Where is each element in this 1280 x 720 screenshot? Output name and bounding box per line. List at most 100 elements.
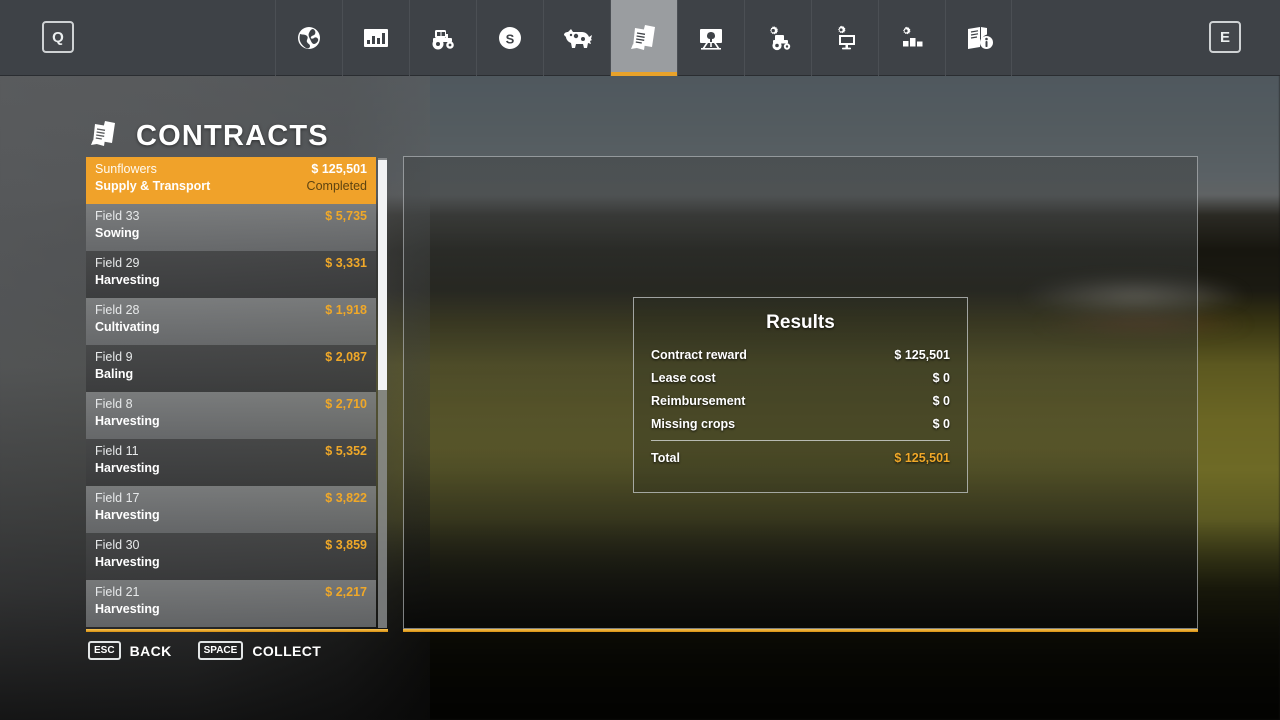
- results-divider: [651, 440, 950, 441]
- hint-action-label: COLLECT: [252, 643, 321, 659]
- contract-name: Field 21: [95, 585, 139, 599]
- contract-name: Sunflowers: [95, 162, 157, 176]
- contracts-list-scrollbar[interactable]: [378, 158, 387, 628]
- contracts-papers-icon: [628, 22, 660, 54]
- hint-key-badge: SPACE: [198, 641, 244, 660]
- contract-task-type: Harvesting: [95, 461, 160, 475]
- contract-reward-amount: $ 1,918: [325, 303, 367, 317]
- contract-list-item[interactable]: Sunflowers $ 125,501 Supply & Transport Com…: [86, 157, 376, 204]
- contract-reward-amount: $ 2,087: [325, 350, 367, 364]
- nav-tab-statistics[interactable]: [342, 0, 409, 76]
- gear-blocks-icon: [897, 23, 927, 53]
- contract-task-type: Sowing: [95, 226, 139, 240]
- next-tab-key-e[interactable]: E: [1209, 21, 1241, 53]
- results-row-value: $ 0: [933, 417, 950, 431]
- results-box: Results Contract reward $ 125,501 Lease co…: [633, 297, 968, 493]
- contract-task-type: Cultivating: [95, 320, 160, 334]
- contract-task-type: Harvesting: [95, 414, 160, 428]
- contract-status: Completed: [307, 179, 367, 193]
- contract-reward-amount: $ 3,859: [325, 538, 367, 552]
- contract-name: Field 30: [95, 538, 139, 552]
- contract-list-item[interactable]: Field 28 $ 1,918 Cultivating: [86, 298, 376, 345]
- results-row-value: $ 125,501: [894, 348, 950, 362]
- results-title: Results: [651, 312, 950, 334]
- results-row-value: $ 0: [933, 371, 950, 385]
- contract-name: Field 28: [95, 303, 139, 317]
- nav-tab-general-settings[interactable]: [878, 0, 945, 76]
- results-rows: Contract reward$ 125,501Lease cost$ 0Rei…: [651, 348, 950, 431]
- contract-reward-amount: $ 3,822: [325, 491, 367, 505]
- bar-chart-icon: [361, 23, 391, 53]
- contract-list-item[interactable]: Field 29$ 3,331Harvesting: [86, 251, 376, 298]
- svg-text:S: S: [506, 32, 515, 47]
- globe-icon: [294, 23, 324, 53]
- list-bottom-accent-rule: [86, 629, 388, 632]
- contract-reward-amount: $ 125,501: [311, 162, 367, 176]
- nav-tab-animals[interactable]: [543, 0, 610, 76]
- results-total-value: $ 125,501: [894, 451, 950, 465]
- nav-tab-price-overview[interactable]: [677, 0, 744, 76]
- gear-monitor-icon: [830, 23, 860, 53]
- nav-tab-vehicle-settings[interactable]: [744, 0, 811, 76]
- contract-name: Field 29: [95, 256, 139, 270]
- contract-list-item[interactable]: Field 30 $ 3,859 Harvesting: [86, 533, 376, 580]
- contract-task-type: Baling: [95, 367, 133, 381]
- contract-list-item[interactable]: Field 21 $ 2,217 Harvesting: [86, 580, 376, 627]
- contract-list-item[interactable]: Field 8$ 2,710Harvesting: [86, 392, 376, 439]
- nav-tab-game-settings[interactable]: [811, 0, 878, 76]
- contract-name: Field 33: [95, 209, 139, 223]
- contract-name: Field 11: [95, 444, 139, 458]
- results-total-row: Total $ 125,501: [651, 451, 950, 465]
- contract-reward-amount: $ 5,352: [325, 444, 367, 458]
- contracts-list[interactable]: Sunflowers $ 125,501 Supply & Transport Com…: [86, 157, 388, 629]
- nav-tab-strip: S: [275, 0, 1012, 76]
- contract-list-item[interactable]: Field 11 $ 5,352 Harvesting: [86, 439, 376, 486]
- contracts-papers-icon: [88, 118, 120, 155]
- contract-list-item[interactable]: Field 17 $ 3,822 Harvesting: [86, 486, 376, 533]
- scrollbar-thumb[interactable]: [378, 160, 387, 390]
- prev-tab-key-q[interactable]: Q: [42, 21, 74, 53]
- easel-tree-icon: [696, 23, 726, 53]
- nav-tab-help[interactable]: [945, 0, 1012, 76]
- contract-name: Field 9: [95, 350, 133, 364]
- contract-task-type: Harvesting: [95, 508, 160, 522]
- nav-tab-contracts[interactable]: [610, 0, 677, 76]
- results-row-value: $ 0: [933, 394, 950, 408]
- dollar-coin-icon: S: [495, 23, 525, 53]
- footer-hints: ESC BACK SPACE COLLECT: [88, 641, 321, 660]
- results-row-label: Missing crops: [651, 417, 735, 431]
- results-row: Missing crops $ 0: [651, 417, 950, 431]
- top-navigation-bar: Q E: [0, 0, 1280, 76]
- nav-tab-finances[interactable]: S: [476, 0, 543, 76]
- contract-task-type: Supply & Transport: [95, 179, 210, 193]
- contract-task-type: Harvesting: [95, 602, 160, 616]
- cow-icon: [560, 23, 594, 53]
- hint-key-badge: ESC: [88, 641, 121, 660]
- results-row-label: Contract reward: [651, 348, 747, 362]
- tractor-icon: [427, 23, 459, 53]
- page-header: CONTRACTS: [88, 118, 329, 155]
- footer-hint-collect[interactable]: SPACE COLLECT: [198, 641, 322, 660]
- results-row: Lease cost $ 0: [651, 371, 950, 385]
- contract-name: Field 17: [95, 491, 139, 505]
- contract-list-item[interactable]: Field 33 $ 5,735 Sowing: [86, 204, 376, 251]
- results-row-label: Lease cost: [651, 371, 716, 385]
- results-total-label: Total: [651, 451, 680, 465]
- page-title: CONTRACTS: [136, 120, 329, 153]
- results-row: Contract reward $ 125,501: [651, 348, 950, 362]
- nav-tab-map[interactable]: [275, 0, 342, 76]
- panel-bottom-accent-rule: [403, 629, 1198, 632]
- results-row: Reimbursement $ 0: [651, 394, 950, 408]
- results-row-label: Reimbursement: [651, 394, 745, 408]
- contract-reward-amount: $ 5,735: [325, 209, 367, 223]
- nav-tab-vehicles[interactable]: [409, 0, 476, 76]
- footer-hint-back[interactable]: ESC BACK: [88, 641, 172, 660]
- contract-name: Field 8: [95, 397, 133, 411]
- hint-action-label: BACK: [130, 643, 172, 659]
- game-menu-screen: Q E: [0, 0, 1280, 720]
- contract-reward-amount: $ 3,331: [325, 256, 367, 270]
- contract-list-item[interactable]: Field 9 $ 2,087 Baling: [86, 345, 376, 392]
- contract-task-type: Harvesting: [95, 555, 160, 569]
- contract-reward-amount: $ 2,217: [325, 585, 367, 599]
- book-info-icon: [963, 23, 995, 53]
